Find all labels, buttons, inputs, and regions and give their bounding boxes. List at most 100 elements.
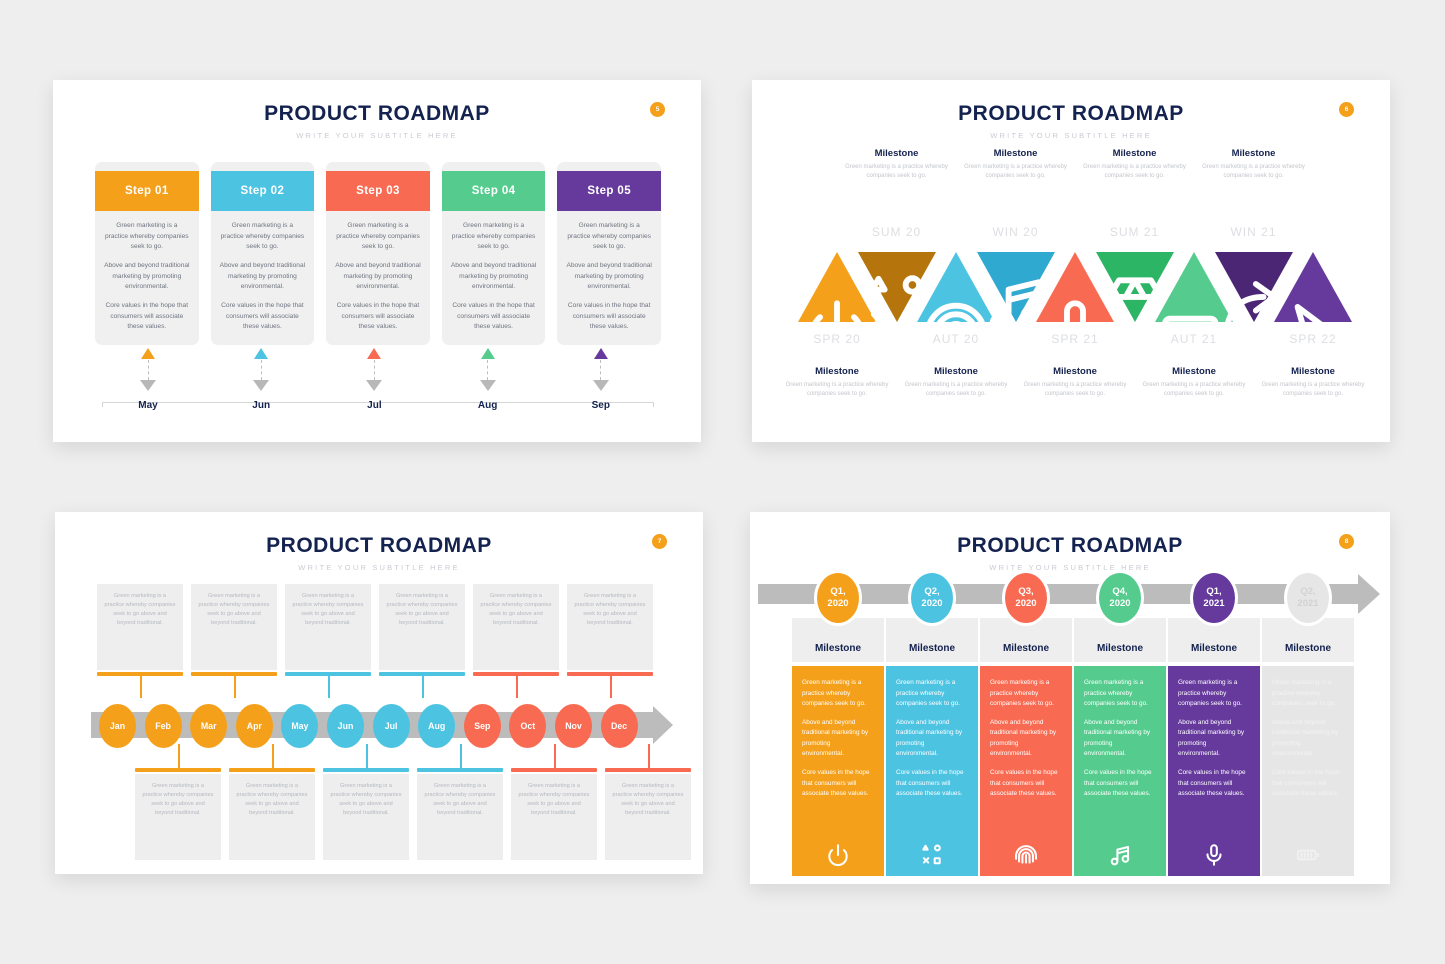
marker-dashed-connector [147, 360, 149, 380]
quarter-paragraph: Core values in the hope that consumers w… [896, 768, 964, 798]
quarter-year: 2020 [1109, 598, 1131, 609]
step-card[interactable]: Step 01 Green marketing is a practice wh… [95, 162, 199, 346]
month-card-stem [422, 676, 424, 698]
quarter-label: Q1, [1206, 586, 1222, 598]
milestone-note: Milestone Green marketing is a practice … [1253, 366, 1373, 400]
quarter-column[interactable]: Q1, 2020 Milestone Green marketing is a … [792, 570, 884, 876]
step-paragraph: Green marketing is a practice whereby co… [220, 222, 305, 251]
quarter-badge[interactable]: Q1, 2020 [814, 570, 862, 626]
month-card-stem [234, 676, 236, 698]
quarter-paragraph: Green marketing is a practice whereby co… [896, 679, 960, 708]
season-label: WIN 21 [1230, 225, 1277, 239]
milestone-triangle[interactable] [1272, 250, 1354, 354]
month-card-stem [648, 744, 650, 768]
month-pill[interactable]: May [281, 704, 319, 748]
quarter-badge[interactable]: Q2, 2020 [908, 570, 956, 626]
month-pill[interactable]: Mar [190, 704, 228, 748]
step-marker [435, 348, 541, 391]
quarter-column[interactable]: Q4, 2020 Milestone Green marketing is a … [1074, 570, 1166, 876]
quarter-label: Q2, [924, 586, 940, 598]
month-pill[interactable]: Dec [600, 704, 638, 748]
step-card-body: Green marketing is a practice whereby co… [211, 211, 315, 345]
month-card[interactable]: Green marketing is a practice whereby co… [285, 584, 371, 670]
quarter-column[interactable]: Q3, 2020 Milestone Green marketing is a … [980, 570, 1072, 876]
quarter-column[interactable]: Q1, 2021 Milestone Green marketing is a … [1168, 570, 1260, 876]
month-card-bar [323, 768, 409, 772]
month-card[interactable]: Green marketing is a practice whereby co… [567, 584, 653, 670]
month-card[interactable]: Green marketing is a practice whereby co… [473, 584, 559, 670]
month-card[interactable]: Green marketing is a practice whereby co… [379, 584, 465, 670]
quarter-paragraph: Above and beyond traditional marketing b… [896, 718, 963, 758]
triangle-band [796, 250, 1354, 363]
month-pill[interactable]: Jan [99, 704, 136, 748]
marker-up-triangle-icon [254, 348, 269, 359]
month-card[interactable]: Green marketing is a practice whereby co… [97, 584, 183, 670]
month-pill[interactable]: Aug [418, 704, 456, 748]
battery-icon [1262, 842, 1354, 868]
quarter-column[interactable]: Q2, 2020 Milestone Green marketing is a … [886, 570, 978, 876]
month-card-stem [178, 744, 180, 768]
month-card[interactable]: Green marketing is a practice whereby co… [417, 774, 503, 860]
milestone-title: Milestone [815, 366, 859, 377]
step-card[interactable]: Step 05 Green marketing is a practice wh… [557, 162, 661, 346]
month-pill[interactable]: Jun [327, 704, 364, 748]
month-card-stem [272, 744, 274, 768]
step-marker [548, 348, 654, 391]
step-paragraph: Core values in the hope that consumers w… [336, 302, 420, 331]
month-card[interactable]: Green marketing is a practice whereby co… [229, 774, 315, 860]
month-pill[interactable]: Sep [463, 704, 501, 748]
quarter-paragraph: Above and beyond traditional marketing b… [1272, 718, 1339, 758]
quarter-paragraph: Core values in the hope that consumers w… [1272, 768, 1340, 798]
step-card[interactable]: Step 04 Green marketing is a practice wh… [441, 162, 546, 346]
step-paragraph: Core values in the hope that consumers w… [452, 302, 535, 331]
month-card[interactable]: Green marketing is a practice whereby co… [605, 774, 691, 860]
quarter-badge[interactable]: Q1, 2021 [1190, 570, 1238, 626]
month-card-stem [516, 676, 518, 698]
quarter-column[interactable]: Q2, 2021 Milestone Green marketing is a … [1262, 570, 1354, 876]
month-pill[interactable]: Feb [144, 704, 182, 748]
step-paragraph: Green marketing is a practice whereby co… [451, 222, 536, 251]
gamepad-shapes-icon [886, 842, 978, 868]
quarter-badge[interactable]: Q2, 2021 [1284, 570, 1332, 626]
quarter-year: 2020 [1015, 598, 1037, 609]
milestone-title: Milestone [874, 148, 919, 159]
quarter-badge[interactable]: Q3, 2020 [1002, 570, 1050, 626]
month-card[interactable]: Green marketing is a practice whereby co… [135, 774, 221, 860]
milestone-title: Milestone [1172, 366, 1216, 377]
month-card[interactable]: Green marketing is a practice whereby co… [511, 774, 597, 860]
page-title: PRODUCT ROADMAP [266, 534, 492, 557]
month-pill[interactable]: Jul [372, 704, 410, 748]
slide-number-badge: 5 [650, 102, 665, 117]
quarter-panel: Green marketing is a practice whereby co… [1074, 666, 1166, 876]
month-pill[interactable]: Apr [235, 704, 273, 748]
month-label: Jul [367, 400, 382, 411]
season-label: WIN 20 [992, 225, 1039, 239]
marker-down-triangle-icon [366, 380, 383, 391]
milestone-title: Milestone [1112, 148, 1157, 159]
step-marker [321, 348, 427, 391]
slide-quarters: PRODUCT ROADMAP WRITE YOUR SUBTITLE HERE… [750, 512, 1390, 884]
quarter-paragraph: Core values in the hope that consumers w… [802, 768, 870, 798]
season-label: SPR 21 [1051, 332, 1099, 346]
month-card-bar [511, 768, 597, 772]
month-pill[interactable]: Nov [555, 704, 592, 748]
milestone-desc: Green marketing is a practice whereby co… [845, 164, 948, 180]
power-icon [792, 842, 884, 868]
quarter-paragraph: Above and beyond traditional marketing b… [1178, 718, 1245, 758]
step-card[interactable]: Step 02 Green marketing is a practice wh… [210, 162, 315, 346]
milestone-note: Milestone Green marketing is a practice … [956, 148, 1076, 182]
step-paragraph: Green marketing is a practice whereby co… [336, 222, 420, 251]
step-card[interactable]: Step 03 Green marketing is a practice wh… [326, 162, 430, 346]
quarter-badge[interactable]: Q4, 2020 [1096, 570, 1144, 626]
quarter-label: Q1, [830, 586, 846, 598]
month-card[interactable]: Green marketing is a practice whereby co… [323, 774, 409, 860]
month-label: Jun [252, 400, 271, 411]
cursor-icon [1272, 294, 1354, 368]
step-card-header: Step 02 [210, 171, 315, 211]
month-card[interactable]: Green marketing is a practice whereby co… [191, 584, 277, 670]
quarter-label: Q4, [1112, 586, 1128, 598]
month-card-stem [554, 744, 556, 768]
milestone-note: Milestone Green marketing is a practice … [1194, 148, 1314, 182]
month-pill[interactable]: Oct [509, 704, 547, 748]
quarter-paragraph: Core values in the hope that consumers w… [1084, 768, 1152, 798]
